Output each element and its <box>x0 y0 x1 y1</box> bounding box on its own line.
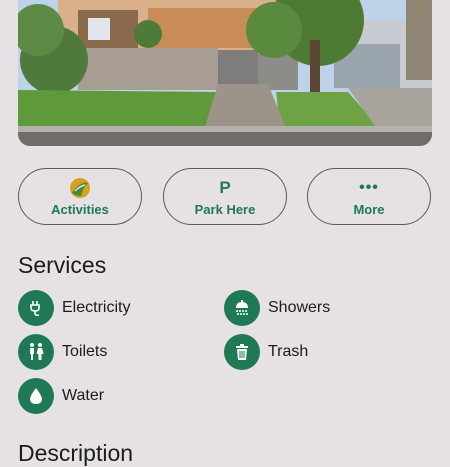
service-label: Trash <box>268 343 309 360</box>
service-label: Electricity <box>62 299 131 316</box>
more-label: More <box>353 201 385 217</box>
park-here-button[interactable]: P Park Here <box>163 168 287 225</box>
shower-icon <box>224 290 260 326</box>
services-heading: Services <box>18 252 107 278</box>
description-heading: Description <box>18 440 134 466</box>
service-label: Toilets <box>62 343 108 360</box>
activities-label: Activities <box>51 201 109 217</box>
service-label: Showers <box>268 299 331 316</box>
more-dots-icon: ••• <box>359 178 379 196</box>
service-electricity: Electricity <box>18 290 130 326</box>
service-water: Water <box>18 378 104 414</box>
park-here-label: Park Here <box>194 201 256 217</box>
parking-icon: P <box>219 178 231 197</box>
activities-button[interactable]: Activities <box>18 168 142 225</box>
service-trash: Trash <box>224 334 308 370</box>
electricity-plug-icon <box>18 290 54 326</box>
service-toilets: Toilets <box>18 334 107 370</box>
service-showers: Showers <box>224 290 330 326</box>
more-button[interactable]: ••• More <box>307 168 431 225</box>
trash-icon <box>224 334 260 370</box>
campsite-photo[interactable] <box>18 0 432 146</box>
water-drop-icon <box>18 378 54 414</box>
service-label: Water <box>62 387 105 404</box>
action-buttons-row: Activities P Park Here ••• More <box>18 168 432 227</box>
activities-icon <box>69 177 91 199</box>
toilets-icon <box>18 334 54 370</box>
